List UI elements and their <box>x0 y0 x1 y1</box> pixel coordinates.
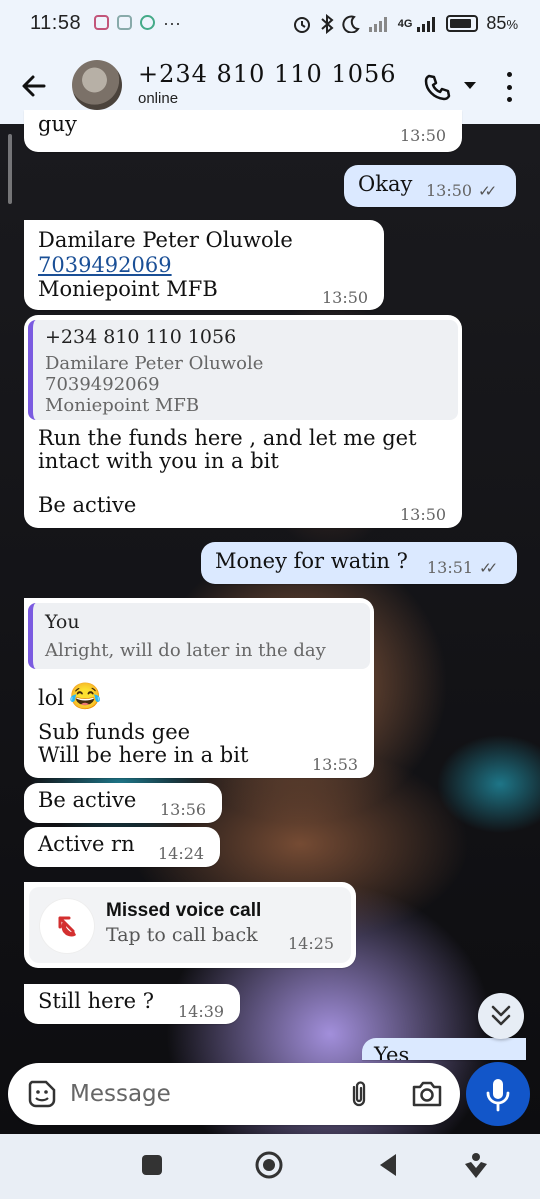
camera-icon[interactable] <box>410 1079 444 1109</box>
phone-number-link[interactable]: 7039492069 <box>38 253 172 278</box>
missed-call-title: Missed voice call <box>106 900 262 921</box>
home-circle-icon[interactable] <box>254 1150 284 1180</box>
contact-avatar[interactable] <box>72 60 122 110</box>
back-arrow-icon[interactable] <box>18 70 50 102</box>
message-time: 13:56 <box>160 800 207 819</box>
message-line: Run the funds here , and let me get <box>38 426 417 450</box>
message-text: Okay <box>358 172 413 196</box>
contact-name[interactable]: +234 810 110 1056 <box>138 60 397 88</box>
signal-4g-icon <box>417 16 436 32</box>
network-4g-label: 4G <box>397 17 413 30</box>
alarm-icon <box>293 16 310 33</box>
message-incoming-reply[interactable]: +234 810 110 1056 Damilare Peter Oluwole… <box>24 315 462 528</box>
voice-record-button[interactable] <box>466 1062 530 1126</box>
message-time: 13:50 <box>400 505 447 524</box>
quoted-line: Alright, will do later in the day <box>45 640 326 661</box>
message-time: 14:39 <box>178 1002 225 1021</box>
whatsapp-icon <box>140 15 155 30</box>
recents-square-icon[interactable] <box>142 1155 162 1175</box>
quoted-line: Damilare Peter Oluwole <box>45 353 264 374</box>
missed-call-message[interactable]: Missed voice call Tap to call back 14:25 <box>24 882 356 968</box>
message-text: Money for watin ? <box>215 549 408 573</box>
message-text: Still here ? <box>38 989 155 1013</box>
message-line: intact with you in a bit <box>38 449 279 473</box>
message-incoming[interactable]: Be active 13:56 <box>24 783 222 823</box>
status-right: 4G 85% <box>292 13 518 34</box>
notification-icons: ··· <box>94 12 181 33</box>
message-line: Will be here in a bit <box>38 743 249 767</box>
message-time: 13:51 ✓✓ <box>427 558 498 577</box>
microphone-icon <box>486 1079 510 1112</box>
sticker-icon[interactable] <box>26 1078 58 1110</box>
quoted-line: Moniepoint MFB <box>45 395 200 416</box>
message-input[interactable] <box>70 1077 330 1111</box>
quoted-message[interactable]: +234 810 110 1056 Damilare Peter Oluwole… <box>28 320 458 420</box>
signal-icon <box>368 16 387 32</box>
message-time: 14:24 <box>158 844 205 863</box>
messenger-icon <box>117 15 132 30</box>
back-triangle-icon[interactable] <box>376 1152 400 1178</box>
message-text: Active rn <box>38 832 135 856</box>
system-navigation-bar <box>0 1134 540 1199</box>
double-chevron-down-icon <box>491 1005 511 1026</box>
message-line: Damilare Peter Oluwole <box>38 228 293 252</box>
message-composer <box>8 1063 460 1125</box>
dnd-moon-icon <box>342 15 360 33</box>
message-incoming-reply[interactable]: You Alright, will do later in the day lo… <box>24 598 374 778</box>
phone-call-icon[interactable] <box>422 72 452 102</box>
battery-icon <box>446 15 479 32</box>
contact-status: online <box>138 90 179 107</box>
message-time: 13:53 <box>312 755 359 774</box>
read-ticks-icon: ✓✓ <box>478 182 497 200</box>
missed-call-subtitle[interactable]: Tap to call back <box>106 924 258 946</box>
message-incoming[interactable]: guy 13:50 <box>24 110 462 152</box>
message-line: Moniepoint MFB <box>38 277 218 301</box>
message-time: 13:50 <box>400 126 447 145</box>
read-ticks-icon: ✓✓ <box>479 559 498 577</box>
quoted-message[interactable]: You Alright, will do later in the day <box>28 603 370 669</box>
message-time: 13:50 ✓✓ <box>426 181 497 200</box>
message-outgoing[interactable]: Okay 13:50 ✓✓ <box>344 165 516 207</box>
message-outgoing[interactable]: Money for watin ? 13:51 ✓✓ <box>201 542 517 584</box>
bluetooth-icon <box>321 13 334 34</box>
message-outgoing[interactable]: Yes <box>362 1038 526 1060</box>
status-time: 11:58 <box>30 12 82 34</box>
scroll-to-bottom-button[interactable] <box>478 993 524 1039</box>
more-options-icon[interactable] <box>504 72 514 102</box>
message-text: Yes <box>374 1043 410 1060</box>
message-text: guy <box>38 112 77 136</box>
message-line: Sub funds gee <box>38 720 191 744</box>
message-line: lol 😂 <box>38 682 102 712</box>
quoted-author: You <box>45 611 80 633</box>
laughing-emoji-icon: 😂 <box>69 682 102 712</box>
message-text: Be active <box>38 788 137 812</box>
scroll-indicator <box>8 134 12 204</box>
call-options-chevron-down-icon[interactable] <box>464 82 476 89</box>
more-notifications-icon: ··· <box>163 12 181 33</box>
quoted-author: +234 810 110 1056 <box>45 326 237 348</box>
message-incoming[interactable]: Damilare Peter Oluwole 7039492069 Moniep… <box>24 220 384 310</box>
message-incoming[interactable]: Still here ? 14:39 <box>24 984 240 1024</box>
missed-call-icon <box>40 899 94 953</box>
message-time: 13:50 <box>322 288 369 307</box>
message-time: 14:25 <box>288 934 335 953</box>
message-incoming[interactable]: Active rn 14:24 <box>24 827 220 867</box>
instagram-icon <box>94 15 109 30</box>
quoted-line: 7039492069 <box>45 374 160 395</box>
message-line: Be active <box>38 493 137 517</box>
attachment-paperclip-icon[interactable] <box>344 1079 374 1109</box>
battery-percent: 85% <box>486 13 518 33</box>
assistant-icon[interactable] <box>462 1150 490 1180</box>
status-bar: 11:58 ··· 4G 85% <box>0 0 540 50</box>
